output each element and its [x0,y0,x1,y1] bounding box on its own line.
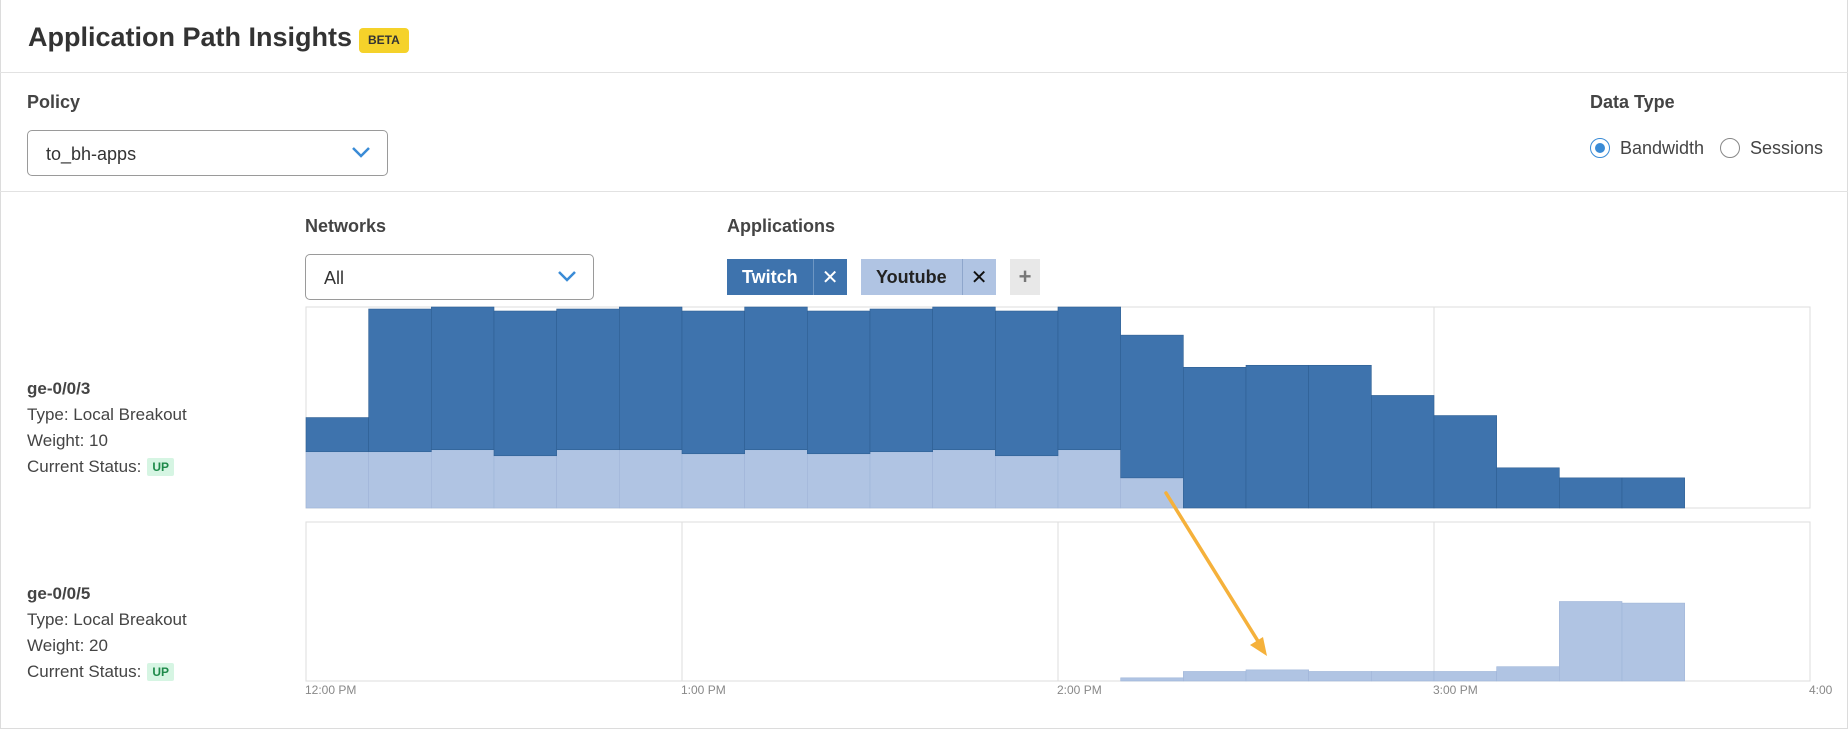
chart-bar-twitch [1308,364,1372,509]
chart-bar-twitch [619,306,683,451]
x-tick-label: 1:00 PM [681,683,726,697]
bandwidth-charts [305,306,1811,682]
x-tick-label: 3:00 PM [1433,683,1478,697]
chart-bar-youtube [744,449,808,509]
chart-bar-twitch [1371,395,1435,509]
chart-bar-youtube [932,449,996,509]
chart-bar-twitch [1559,477,1623,509]
chart-bar-twitch [493,310,557,457]
chart-bar-youtube [1559,601,1623,682]
chart-bar-youtube [305,451,369,509]
chart-bar-youtube [493,455,557,509]
x-tick-label: 4:00 [1809,683,1833,697]
chart-bar-youtube [1433,671,1497,682]
chart-bar-youtube [1371,671,1435,682]
chart-bar-twitch [869,308,933,453]
chart-bar-youtube [1245,669,1309,682]
chart-bar-twitch [1120,334,1184,479]
chart-bar-twitch [1057,306,1121,451]
chart-bar-twitch [995,310,1059,457]
chart-bar-twitch [744,306,808,451]
chart-bar-twitch [305,417,369,453]
chart-bar-youtube [1183,671,1247,682]
chart-bar-youtube [1496,666,1560,682]
chart-bar-twitch [807,310,871,455]
chart-bar-twitch [1496,467,1560,509]
chart-bar-youtube [1120,677,1184,682]
chart-bar-youtube [681,453,745,509]
x-tick-label: 12:00 PM [305,683,357,697]
chart-bar-youtube [619,449,683,509]
chart-bar-youtube [1621,602,1685,682]
chart-bar-twitch [1245,364,1309,509]
chart-bar-twitch [1621,477,1685,509]
chart-bar-twitch [681,310,745,455]
chart-bar-youtube [807,453,871,509]
chart-bar-twitch [932,306,996,451]
chart-bar-twitch [556,308,620,451]
chart-bar-twitch [431,306,495,451]
chart-bar-youtube [869,451,933,509]
chart-bar-youtube [556,449,620,509]
chart-bar-youtube [1308,671,1372,682]
x-tick-label: 2:00 PM [1057,683,1102,697]
chart-bar-youtube [368,451,432,509]
chart-bar-twitch [368,308,432,453]
chart-bar-twitch [1183,366,1247,509]
chart-bar-youtube [431,449,495,509]
chart-bar-youtube [1057,449,1121,509]
chart-bar-youtube [995,455,1059,509]
chart-bar-twitch [1433,415,1497,509]
